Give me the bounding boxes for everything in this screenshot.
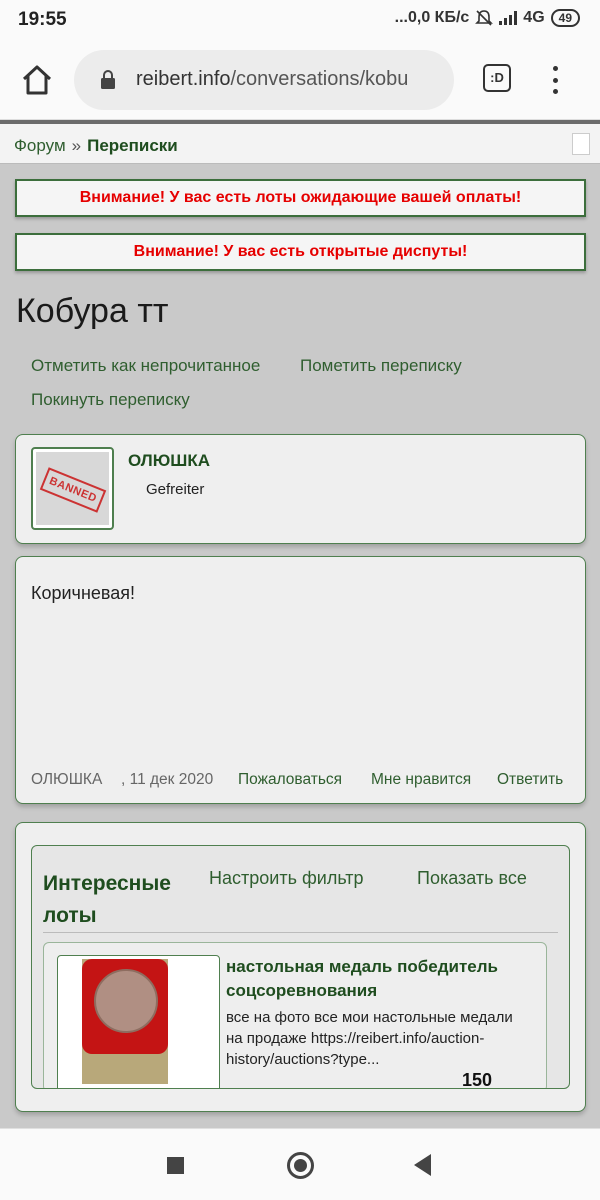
report-link[interactable]: Пожаловаться: [238, 771, 342, 789]
home-button-icon[interactable]: [287, 1152, 314, 1179]
network-type: 4G: [523, 9, 545, 26]
status-bar: 19:55 ...0,0 КБ/с 4G 49: [0, 0, 600, 40]
breadcrumb-current[interactable]: Переписки: [87, 136, 178, 155]
reply-link[interactable]: Ответить: [497, 771, 563, 789]
lot-image: [82, 959, 168, 1084]
url-text: reibert.info/conversations/kobu: [136, 68, 408, 91]
lot-item[interactable]: настольная медаль победитель соцсоревнов…: [43, 942, 547, 1089]
lot-title[interactable]: настольная медаль победитель соцсоревнов…: [226, 955, 536, 1003]
lock-icon: [101, 70, 115, 89]
avatar-image: BANNED: [36, 452, 109, 525]
lot-price: 150: [462, 1070, 493, 1089]
lots-title: Интересные лоты: [43, 872, 171, 927]
lot-thumbnail[interactable]: [57, 955, 220, 1088]
lots-divider: [43, 932, 558, 933]
status-indicators: ...0,0 КБ/с 4G 49: [395, 9, 580, 27]
message-card: Коричневая! ОЛЮШКА , 11 дек 2020 Пожалов…: [15, 556, 586, 804]
username[interactable]: ОЛЮШКА: [128, 451, 210, 471]
avatar[interactable]: BANNED: [31, 447, 114, 530]
page-content: Форум » Переписки Внимание! У вас есть лот…: [0, 120, 600, 1128]
message-author[interactable]: ОЛЮШКА: [31, 771, 102, 789]
lot-description: все на фото все мои настольные медали на…: [226, 1009, 513, 1068]
address-bar[interactable]: reibert.info/conversations/kobu: [74, 50, 454, 110]
message-text: Коричневая!: [31, 583, 136, 603]
signal-icon: [499, 11, 518, 25]
browser-toolbar: reibert.info/conversations/kobu :D: [0, 40, 600, 120]
mark-conversation-link[interactable]: Пометить переписку: [300, 356, 462, 376]
show-all-link[interactable]: Показать все: [417, 868, 527, 889]
mark-unread-link[interactable]: Отметить как непрочитанное: [31, 356, 260, 376]
medal-image: [94, 969, 158, 1033]
filter-settings-link[interactable]: Настроить фильтр: [209, 868, 364, 889]
tabs-button[interactable]: :D: [483, 64, 511, 92]
breadcrumb-forum[interactable]: Форум: [14, 136, 66, 155]
back-icon[interactable]: [414, 1154, 431, 1176]
recent-apps-icon[interactable]: [167, 1157, 184, 1174]
like-link[interactable]: Мне нравится: [371, 771, 471, 789]
breadcrumb-separator: »: [71, 136, 82, 155]
url-host: reibert.info: [136, 68, 231, 90]
rss-icon[interactable]: [572, 133, 590, 155]
battery-indicator: 49: [550, 9, 580, 27]
alert-open-disputes[interactable]: Внимание! У вас есть открытые диспуты!: [15, 233, 586, 271]
system-nav-bar: [0, 1128, 600, 1200]
breadcrumb: Форум » Переписки: [0, 120, 600, 164]
alert-unpaid-lots[interactable]: Внимание! У вас есть лоты ожидающие ваше…: [15, 179, 586, 217]
banned-stamp: BANNED: [39, 467, 107, 513]
mute-bell-icon: [475, 10, 494, 26]
user-card: BANNED ОЛЮШКА Gefreiter: [15, 434, 586, 544]
leave-conversation-link[interactable]: Покинуть переписку: [31, 390, 190, 410]
url-path: /conversations/kobu: [230, 68, 409, 90]
lots-widget: Интересные лоты Настроить фильтр Показат…: [31, 845, 570, 1089]
user-rank: Gefreiter: [146, 481, 205, 498]
network-speed: ...0,0 КБ/с: [394, 9, 470, 26]
message-date: , 11 дек 2020: [121, 771, 214, 788]
lots-card: Интересные лоты Настроить фильтр Показат…: [15, 822, 586, 1112]
home-icon[interactable]: [20, 64, 54, 96]
status-time: 19:55: [18, 9, 67, 30]
menu-icon[interactable]: [553, 66, 559, 94]
page-title: Кобура тт: [16, 292, 169, 330]
